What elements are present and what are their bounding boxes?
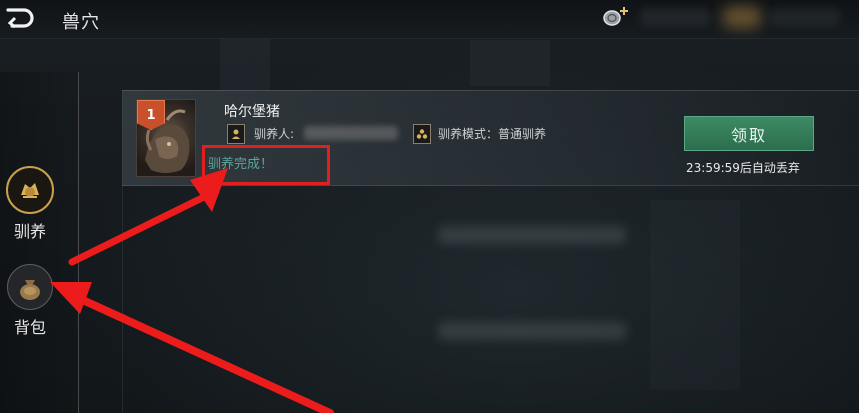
tamer-label: 驯养人: bbox=[254, 127, 295, 141]
back-arrow-icon bbox=[6, 8, 34, 29]
taming-mode-icon bbox=[413, 124, 431, 144]
blurred-resource bbox=[722, 6, 762, 28]
game-screen: 兽穴 驯养 背包 1 哈尔堡猪 驯养人: 驯养模式：普通驯养 驯养完成！ 领取 … bbox=[0, 0, 859, 413]
sidebar-item-bag[interactable]: 背包 bbox=[4, 264, 56, 338]
left-sidebar: 驯养 背包 bbox=[0, 72, 79, 413]
sidebar-item-label: 背包 bbox=[13, 318, 46, 337]
tamer-name-blurred bbox=[304, 126, 398, 140]
tamer-icon bbox=[227, 124, 245, 144]
status-highlight-box bbox=[202, 145, 330, 185]
taming-mode-label: 驯养模式：普通驯养 bbox=[438, 127, 547, 141]
sidebar-item-taming[interactable]: 驯养 bbox=[4, 166, 56, 242]
auto-discard-timer: 23:59:59后自动丢弃 bbox=[686, 161, 800, 175]
sidebar-item-label: 驯养 bbox=[13, 222, 46, 241]
claim-button[interactable]: 领取 bbox=[684, 116, 814, 151]
top-bar: 兽穴 bbox=[0, 0, 859, 39]
empty-slot-placeholder bbox=[438, 322, 626, 340]
background-decor bbox=[220, 30, 270, 90]
background-decor bbox=[470, 40, 550, 86]
blurred-resource bbox=[770, 8, 840, 26]
empty-slot-placeholder bbox=[438, 226, 626, 244]
page-title: 兽穴 bbox=[62, 12, 100, 33]
bag-icon bbox=[7, 264, 53, 310]
pet-portrait[interactable]: 1 bbox=[136, 99, 196, 177]
blurred-resource bbox=[640, 8, 710, 26]
add-currency-button[interactable] bbox=[600, 4, 634, 30]
back-button[interactable] bbox=[2, 4, 36, 32]
coin-plus-icon bbox=[603, 7, 628, 26]
pet-name: 哈尔堡猪 bbox=[224, 104, 280, 120]
taming-beast-icon bbox=[6, 166, 54, 214]
